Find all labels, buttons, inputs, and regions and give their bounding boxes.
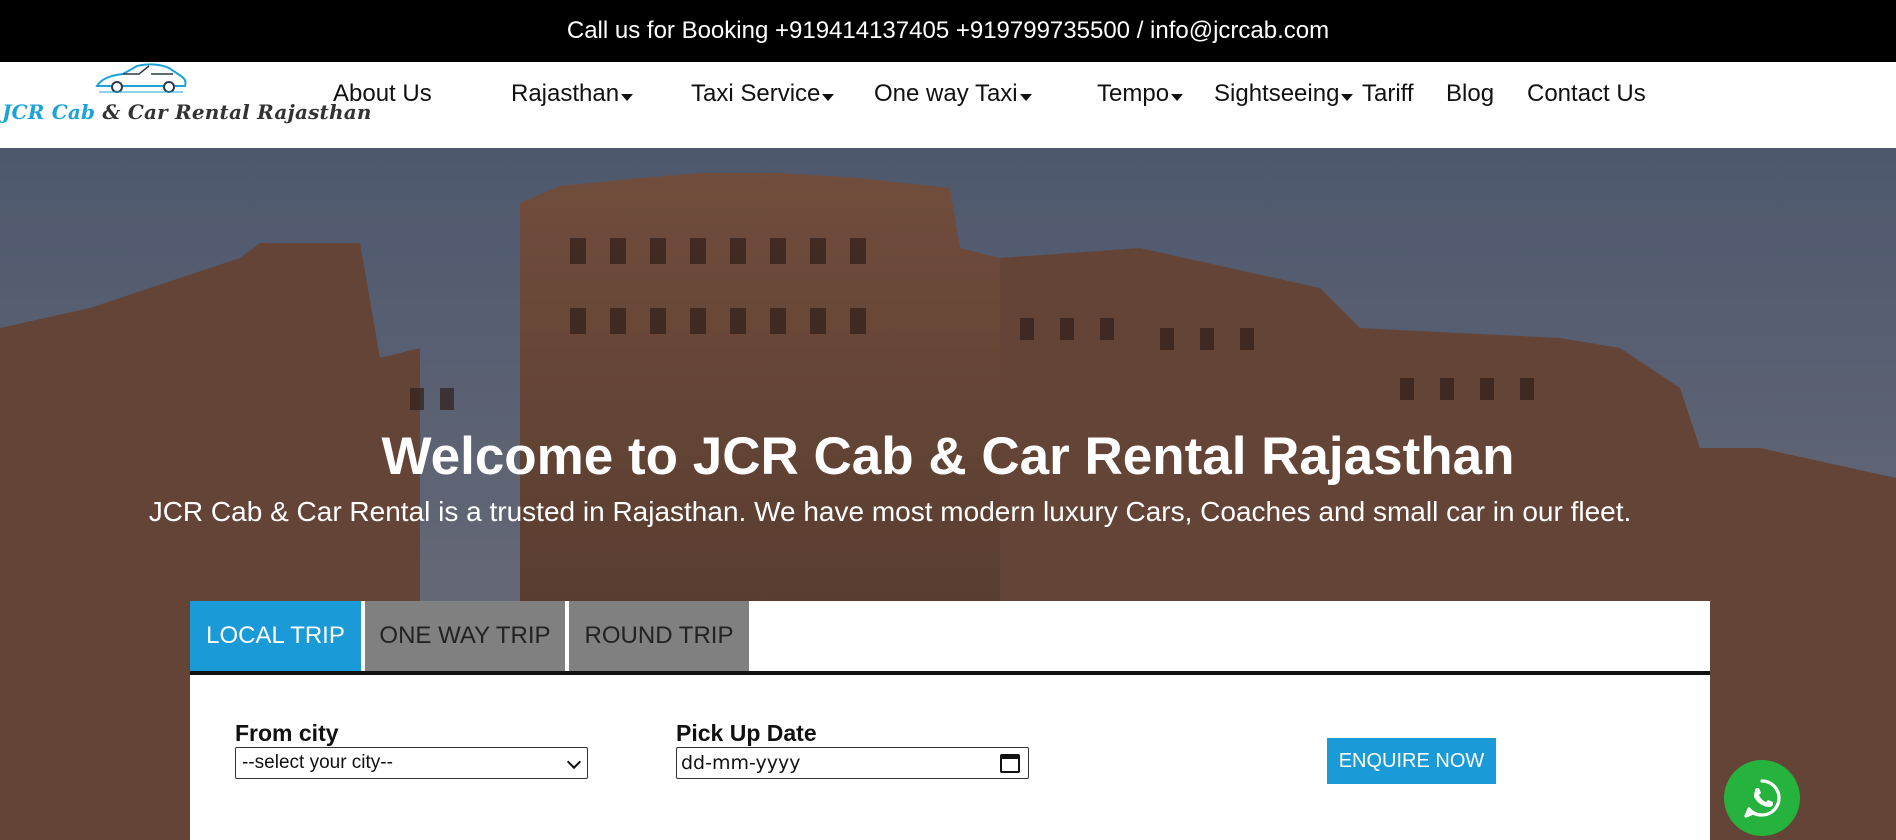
nav-label: Rajasthan — [511, 80, 620, 107]
top-contact-bar: Call us for Booking +919414137405 +91979… — [0, 0, 1896, 62]
logo-text-jcr: JCR Cab — [2, 100, 96, 124]
hero-title: Welcome to JCR Cab & Car Rental Rajastha… — [381, 427, 1515, 486]
button-label: ENQUIRE NOW — [1338, 749, 1485, 772]
nav-tempo[interactable]: Tempo — [1097, 80, 1184, 108]
whatsapp-icon — [1744, 779, 1781, 818]
trip-tabs: LOCAL TRIP ONE WAY TRIP ROUND TRIP — [190, 601, 1710, 675]
date-placeholder: dd-mm-yyyy — [681, 752, 801, 774]
nav-label: One way Taxi — [874, 80, 1018, 107]
nav-tariff[interactable]: Tariff — [1362, 80, 1414, 108]
tab-one-way-trip[interactable]: ONE WAY TRIP — [365, 601, 565, 671]
nav-label: Blog — [1446, 80, 1495, 107]
site-logo[interactable]: JCR Cab & Car Rental Rajasthan — [0, 62, 371, 148]
enquire-now-button[interactable]: ENQUIRE NOW — [1327, 738, 1496, 784]
booking-panel: LOCAL TRIP ONE WAY TRIP ROUND TRIP — [190, 601, 1710, 840]
nav-label: Tempo — [1097, 80, 1170, 107]
caret-down-icon — [1171, 93, 1184, 101]
contact-text: Call us for Booking +919414137405 +91979… — [566, 17, 1330, 44]
car-logo-icon — [95, 63, 187, 93]
nav-contact-us[interactable]: Contact Us — [1527, 80, 1646, 108]
calendar-icon[interactable] — [1000, 754, 1020, 773]
tab-label: ONE WAY TRIP — [379, 622, 551, 649]
nav-taxi-service[interactable]: Taxi Service — [691, 80, 835, 108]
from-city-label: From city — [235, 720, 339, 746]
pickup-date-label: Pick Up Date — [676, 720, 817, 746]
caret-down-icon — [1341, 93, 1354, 101]
logo-wordmark: JCR Cab & Car Rental Rajasthan — [2, 100, 372, 124]
nav-sightseeing[interactable]: Sightseeing — [1214, 80, 1354, 108]
site-header: JCR Cab & Car Rental Rajasthan About Us … — [0, 62, 1896, 148]
nav-about-us[interactable]: About Us — [333, 80, 432, 108]
tab-local-trip[interactable]: LOCAL TRIP — [190, 601, 361, 671]
caret-down-icon — [1019, 93, 1032, 101]
nav-label: Contact Us — [1527, 80, 1646, 107]
logo-text-amp: & — [102, 100, 121, 124]
chevron-down-icon — [566, 754, 582, 770]
tab-label: LOCAL TRIP — [206, 622, 345, 649]
nav-blog[interactable]: Blog — [1446, 80, 1494, 108]
from-city-select[interactable]: --select your city-- — [235, 747, 588, 779]
tab-round-trip[interactable]: ROUND TRIP — [569, 601, 749, 671]
nav-label: Taxi Service — [691, 80, 821, 107]
nav-rajasthan[interactable]: Rajasthan — [511, 80, 634, 108]
nav-one-way-taxi[interactable]: One way Taxi — [874, 80, 1032, 108]
caret-down-icon — [822, 93, 835, 101]
tab-label: ROUND TRIP — [584, 622, 734, 649]
nav-label: About Us — [333, 80, 432, 107]
nav-label: Sightseeing — [1214, 80, 1340, 107]
whatsapp-button[interactable] — [1724, 760, 1800, 836]
pickup-date-input[interactable]: dd-mm-yyyy — [676, 747, 1029, 779]
hero-subtitle: JCR Cab & Car Rental is a trusted in Raj… — [148, 496, 1632, 527]
select-value: --select your city-- — [242, 752, 393, 773]
nav-label: Tariff — [1362, 80, 1414, 107]
caret-down-icon — [621, 93, 634, 101]
